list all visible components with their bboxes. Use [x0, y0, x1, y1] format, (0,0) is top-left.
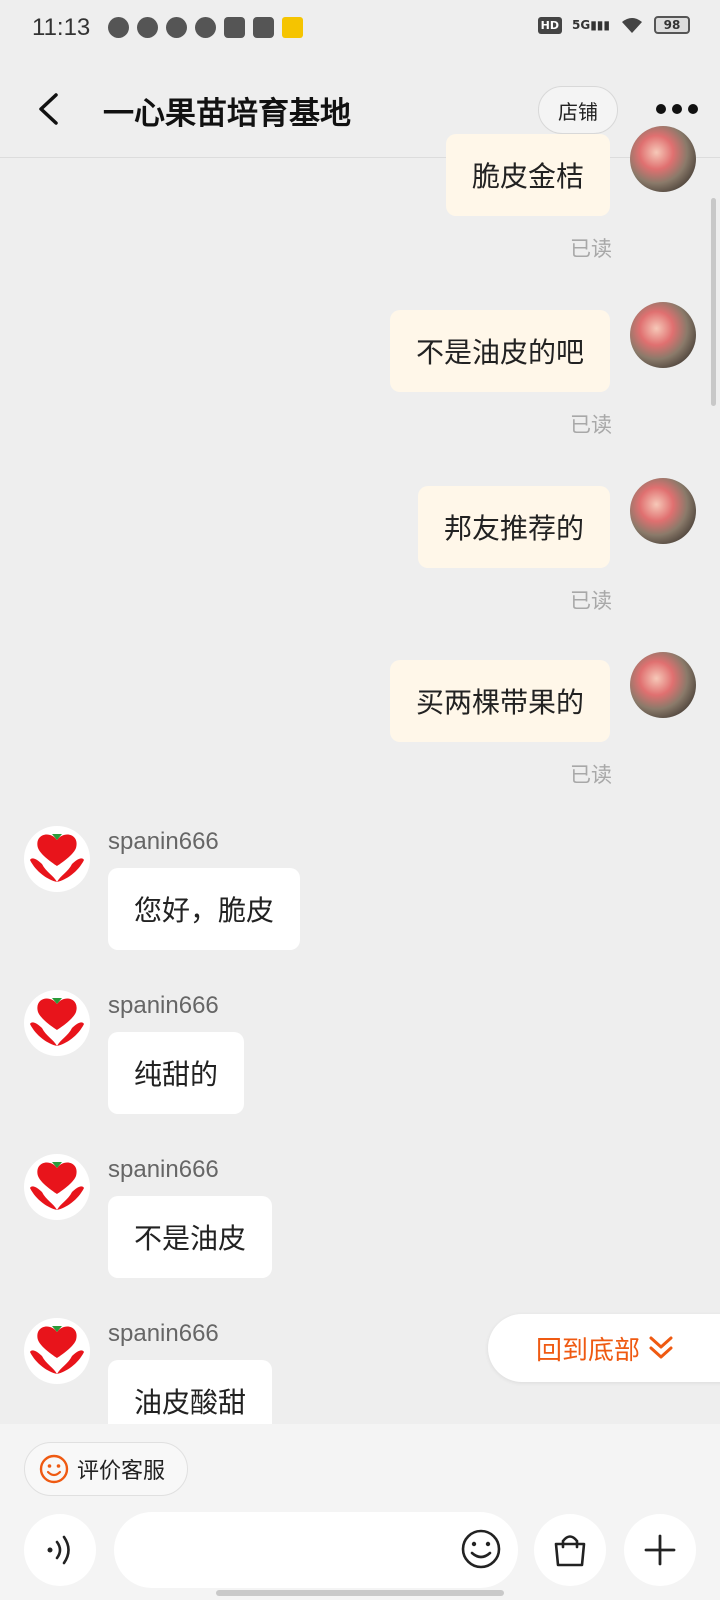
- read-status: 已读: [570, 589, 612, 613]
- location-icon: [166, 17, 187, 38]
- voice-button[interactable]: [24, 1514, 96, 1586]
- video-icon: [253, 17, 274, 38]
- wifi-icon: [622, 18, 642, 33]
- compass-icon: [195, 17, 216, 38]
- sender-name: spanin666: [108, 1156, 219, 1183]
- avatar[interactable]: [630, 652, 696, 718]
- message-text: 不是油皮的吧: [415, 336, 584, 369]
- message-text: 买两棵带果的: [415, 686, 584, 719]
- battery-level: 98: [663, 18, 681, 32]
- message-input[interactable]: [114, 1512, 518, 1588]
- store-button[interactable]: 店铺: [538, 86, 618, 134]
- voice-icon: [47, 1535, 70, 1565]
- status-time: 11:13: [32, 14, 91, 41]
- outgoing-message[interactable]: 脆皮金桔: [445, 134, 610, 216]
- outgoing-message[interactable]: 不是油皮的吧: [389, 310, 610, 392]
- message-text: 邦友推荐的: [443, 512, 584, 545]
- app-icon: [224, 17, 245, 38]
- heart-hands-logo-icon: [30, 1326, 84, 1374]
- shop-avatar[interactable]: [24, 1154, 90, 1220]
- plus-icon: [644, 1534, 676, 1566]
- read-status: 已读: [570, 413, 612, 437]
- plus-button[interactable]: [624, 1514, 696, 1586]
- signal-icon: 5G▮▮▮: [571, 18, 610, 32]
- home-indicator[interactable]: [216, 1590, 504, 1596]
- read-status: 已读: [570, 763, 612, 787]
- outgoing-message[interactable]: 邦友推荐的: [417, 486, 610, 568]
- back-to-bottom-button[interactable]: 回到底部: [488, 1314, 720, 1382]
- rate-service-button[interactable]: 评价客服: [24, 1442, 188, 1496]
- notification-icons: [108, 17, 303, 38]
- hd-badge: HD: [537, 16, 562, 34]
- shop-avatar[interactable]: [24, 990, 90, 1056]
- message-text: 您好，脆皮: [134, 894, 275, 927]
- outgoing-message[interactable]: 买两棵带果的: [389, 660, 610, 742]
- input-panel: 评价客服: [0, 1424, 720, 1600]
- emoji-icon[interactable]: [460, 1528, 502, 1570]
- status-bar: 11:13 HD 5G▮▮▮ 98: [0, 0, 720, 58]
- app-badge-icon: [282, 17, 303, 38]
- message-text: 油皮酸甜: [134, 1386, 247, 1419]
- read-status: 已读: [570, 237, 612, 261]
- incoming-message[interactable]: 纯甜的: [108, 1032, 245, 1114]
- sender-name: spanin666: [108, 992, 219, 1019]
- sender-name: spanin666: [108, 1320, 219, 1347]
- shopping-bag-button[interactable]: [534, 1514, 606, 1586]
- avatar[interactable]: [630, 478, 696, 544]
- avatar[interactable]: [630, 126, 696, 192]
- shop-avatar[interactable]: [24, 826, 90, 892]
- avatar[interactable]: [630, 302, 696, 368]
- network-label: 5G: [571, 18, 591, 32]
- message-text: 纯甜的: [134, 1058, 219, 1091]
- rate-service-label: 评价客服: [77, 1459, 166, 1484]
- page-title: 一心果苗培育基地: [103, 96, 351, 132]
- heart-hands-logo-icon: [30, 1162, 84, 1210]
- more-dots-icon[interactable]: [656, 102, 698, 116]
- message-text: 不是油皮: [134, 1222, 247, 1255]
- heart-hands-logo-icon: [30, 834, 84, 882]
- chat-header: 一心果苗培育基地 店铺: [0, 58, 720, 158]
- incoming-message[interactable]: 您好，脆皮: [108, 868, 301, 950]
- shop-avatar[interactable]: [24, 1318, 90, 1384]
- music-icon: [108, 17, 129, 38]
- play-icon: [137, 17, 158, 38]
- incoming-message[interactable]: 不是油皮: [108, 1196, 273, 1278]
- smile-icon: [39, 1454, 69, 1484]
- back-to-bottom-label: 回到底部: [536, 1335, 641, 1366]
- shopping-bag-icon: [554, 1535, 586, 1567]
- back-arrow-icon[interactable]: [34, 92, 64, 126]
- sender-name: spanin666: [108, 828, 219, 855]
- status-right: HD 5G▮▮▮ 98: [537, 16, 690, 34]
- chevron-double-down-icon: [649, 1336, 673, 1359]
- message-text: 脆皮金桔: [471, 160, 584, 193]
- battery-icon: 98: [654, 16, 690, 34]
- scrollbar[interactable]: [711, 198, 716, 406]
- heart-hands-logo-icon: [30, 998, 84, 1046]
